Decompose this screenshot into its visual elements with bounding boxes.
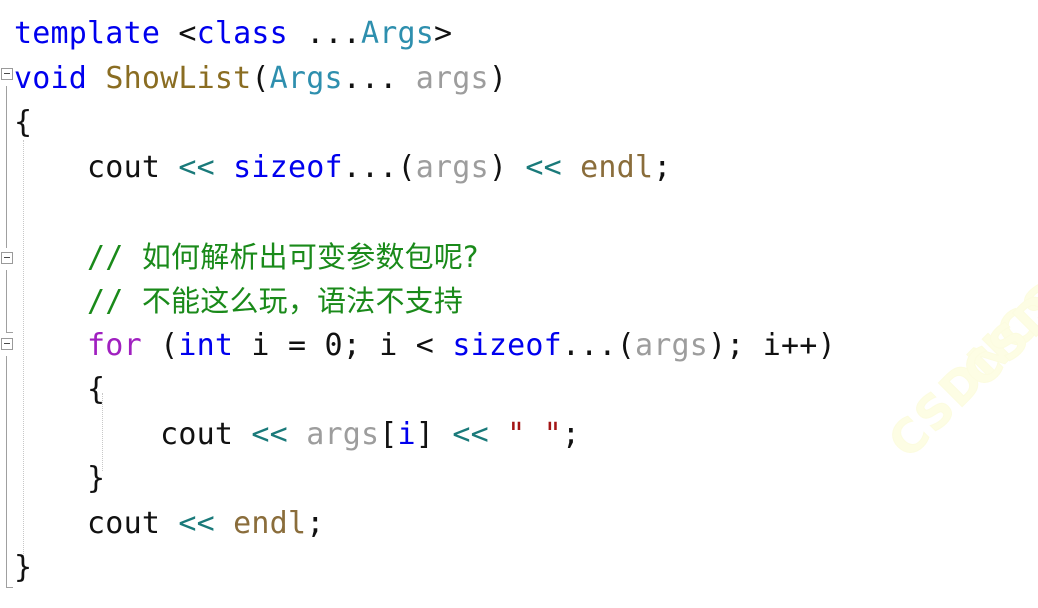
code-token-plain: cout [87, 505, 161, 541]
code-token-op: << [178, 149, 215, 185]
code-token-obj: endl [580, 149, 654, 185]
code-line[interactable]: { [14, 368, 836, 413]
code-line[interactable]: } [14, 457, 836, 502]
code-token-plain: ] [415, 416, 453, 452]
code-token-fn: ShowList [105, 60, 252, 96]
code-token-plain: ) [488, 149, 526, 185]
code-line[interactable]: // 如何解析出可变参数包呢? [14, 235, 836, 280]
code-token-plain: ...( [561, 327, 635, 363]
code-token-plain: ; [306, 505, 325, 541]
code-line[interactable]: cout << endl; [14, 502, 836, 547]
code-token-comment-cjk: 不能这么玩，语法不支持 [141, 284, 464, 318]
code-token-plain: ; i < [342, 327, 453, 363]
code-line[interactable]: void ShowList(Args... args) [14, 57, 836, 102]
code-token-plain: i = [233, 327, 325, 363]
code-token-plain: > [434, 16, 453, 51]
code-line[interactable]: } [14, 546, 836, 591]
code-text-area[interactable]: template <class ...Args> void ShowList(Ar… [0, 0, 836, 591]
code-line[interactable]: for (int i = 0; i < sizeof...(args); i++… [14, 324, 836, 369]
code-token-type: Args [269, 60, 343, 96]
code-line[interactable]: // 不能这么玩，语法不支持 [14, 279, 836, 324]
code-token-comment-cjk: 如何解析出可变参数包呢? [141, 239, 479, 274]
code-token-plain: { [14, 105, 33, 140]
code-token-type: Args [360, 16, 435, 51]
code-token-kw: sizeof [452, 327, 562, 363]
code-token-ctrl: for [87, 327, 142, 363]
code-token-op: << [525, 149, 562, 185]
code-token-plain: [ [379, 416, 398, 452]
watermark-text: CSDNCSDN [877, 214, 1038, 469]
code-token-op: << [452, 416, 489, 452]
code-token-op: << [178, 505, 215, 541]
code-token-kw: sizeof [233, 149, 343, 185]
code-token-kw: template [14, 16, 161, 51]
watermark-text: CSDNCSDN [951, 144, 1038, 399]
code-token-obj: endl [233, 505, 307, 541]
code-token-kw: class [196, 16, 288, 51]
code-editor-surface[interactable]: CSDNCSDN CSDNCSDN template <class ...Arg… [0, 0, 1038, 608]
code-token-kw: void [14, 60, 88, 96]
code-token-string: " " [507, 416, 562, 452]
code-line[interactable]: cout << sizeof...(args) << endl; [14, 146, 836, 191]
code-token-plain: ); i++) [708, 327, 836, 363]
code-line[interactable]: template <class ...Args> [14, 12, 836, 57]
code-line[interactable]: cout << args[i] << " "; [14, 413, 836, 458]
code-token-param: args [634, 327, 708, 363]
code-token-plain: cout [160, 416, 234, 452]
code-line[interactable]: { [14, 101, 836, 146]
code-token-plain: ; [653, 149, 672, 185]
code-token-plain: ( [251, 60, 270, 96]
code-token-plain: ... [287, 16, 361, 51]
code-token-kw: int [178, 327, 234, 363]
code-token-plain: ...( [342, 149, 416, 185]
code-token-num: 0 [324, 327, 343, 363]
code-token-param: args [415, 60, 489, 96]
code-token-plain: ( [141, 327, 179, 363]
code-token-plain: } [14, 461, 106, 496]
code-token-comment: // [87, 284, 142, 319]
code-token-plain: } [14, 550, 33, 585]
code-token-comment: // [87, 239, 142, 275]
code-line[interactable] [14, 190, 836, 235]
code-token-plain: ... [342, 60, 416, 96]
code-token-plain: ) [488, 60, 508, 96]
code-token-plain: ; [561, 416, 581, 452]
code-token-param: args [306, 416, 380, 452]
code-token-kw: i [397, 416, 416, 452]
code-token-op: << [251, 416, 288, 452]
code-token-plain: { [14, 372, 106, 407]
code-token-plain: cout [87, 149, 161, 185]
code-token-param: args [415, 149, 489, 185]
code-token-plain: < [178, 16, 197, 51]
